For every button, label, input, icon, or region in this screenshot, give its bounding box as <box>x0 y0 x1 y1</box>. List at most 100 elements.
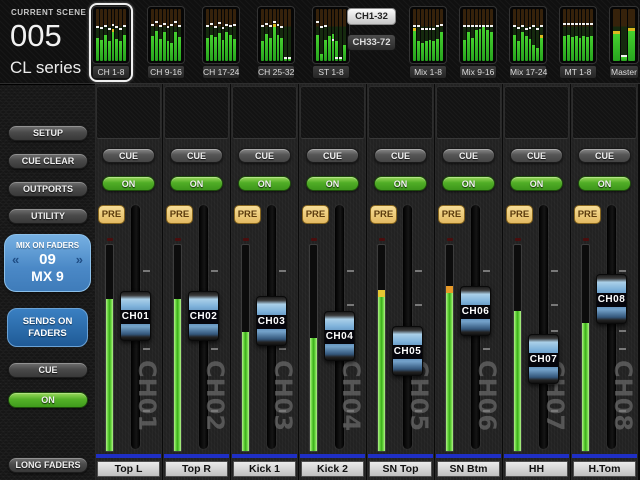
fader-scale-tick <box>279 348 286 350</box>
mini-meter-bar <box>206 9 209 61</box>
current-scene-panel[interactable]: CURRENT SCENE 005 CL series <box>0 0 88 84</box>
channel-strip: CUE ON PRE CH01 CH01 Top L <box>95 84 162 480</box>
fader-scale-tick <box>483 410 490 412</box>
eq-display[interactable] <box>164 86 229 139</box>
mini-meter-bar <box>174 9 177 61</box>
mix-number: 09 <box>39 251 56 268</box>
bank-ch33-72-button[interactable]: CH33-72 <box>347 34 396 51</box>
on-button[interactable]: ON <box>442 176 495 191</box>
fader-scale-tick <box>211 348 218 350</box>
master-on-button[interactable]: ON <box>8 392 88 408</box>
cue-button[interactable]: CUE <box>578 148 631 163</box>
top-bar: CURRENT SCENE 005 CL series CH 1-8 CH 9-… <box>0 0 640 85</box>
meter-bank-block[interactable]: Master <box>606 3 640 82</box>
mix-prev-icon[interactable]: « <box>12 252 19 267</box>
cue-button[interactable]: CUE <box>102 148 155 163</box>
on-button[interactable]: ON <box>374 176 427 191</box>
cue-button[interactable]: CUE <box>442 148 495 163</box>
mini-meter-bar <box>467 9 470 61</box>
cue-clear-button[interactable]: CUE CLEAR <box>8 153 88 169</box>
meter-bank-label: CH 25-32 <box>257 65 295 79</box>
channel-name[interactable]: SN Top <box>369 461 432 477</box>
eq-display[interactable] <box>504 86 569 139</box>
cue-button[interactable]: CUE <box>374 148 427 163</box>
meter-bank-meters <box>609 6 639 64</box>
meter-bank-meters <box>459 6 497 64</box>
pre-badge[interactable]: PRE <box>166 205 193 224</box>
clip-led <box>311 238 317 241</box>
meter-bank-block[interactable]: Mix 1-8 <box>406 3 450 82</box>
mini-meter-bar <box>582 9 585 61</box>
on-button[interactable]: ON <box>578 176 631 191</box>
mini-meter-bar <box>123 9 126 61</box>
fader-cap[interactable]: CH08 <box>596 274 627 324</box>
fader-cap[interactable]: CH02 <box>188 291 219 341</box>
meter-bank-block[interactable]: CH 17-24 <box>199 3 243 82</box>
fader-cap-label: CH04 <box>325 330 354 344</box>
mini-meter-bar <box>613 9 620 61</box>
pre-badge[interactable]: PRE <box>438 205 465 224</box>
fader-cap[interactable]: CH01 <box>120 291 151 341</box>
fader-cap[interactable]: CH06 <box>460 286 491 336</box>
utility-button[interactable]: UTILITY <box>8 208 88 224</box>
meter-bank-block[interactable]: CH 25-32 <box>254 3 298 82</box>
long-faders-button[interactable]: LONG FADERS <box>8 457 88 473</box>
cue-button[interactable]: CUE <box>510 148 563 163</box>
meter-bank-meters <box>257 6 295 64</box>
pre-badge[interactable]: PRE <box>506 205 533 224</box>
mini-meter-bar <box>579 9 582 61</box>
channel-name[interactable]: Top R <box>165 461 228 477</box>
meter-bank-label: MT 1-8 <box>559 65 597 79</box>
pre-badge[interactable]: PRE <box>98 205 125 224</box>
bank-ch1-32-button[interactable]: CH1-32 <box>347 8 396 25</box>
pre-badge[interactable]: PRE <box>302 205 329 224</box>
channel-strip: CUE ON PRE CH02 CH02 Top R <box>163 84 230 480</box>
setup-button[interactable]: SETUP <box>8 125 88 141</box>
on-button[interactable]: ON <box>306 176 359 191</box>
pre-badge[interactable]: PRE <box>574 205 601 224</box>
eq-display[interactable] <box>232 86 297 139</box>
eq-display[interactable] <box>368 86 433 139</box>
fader-cap[interactable]: CH05 <box>392 326 423 376</box>
outports-button[interactable]: OUTPORTS <box>8 181 88 197</box>
channel-name[interactable]: Top L <box>97 461 160 477</box>
level-meter-fill <box>242 332 249 451</box>
fader-cap[interactable]: CH07 <box>528 334 559 384</box>
on-button[interactable]: ON <box>102 176 155 191</box>
on-button[interactable]: ON <box>510 176 563 191</box>
cue-button[interactable]: CUE <box>238 148 291 163</box>
on-button[interactable]: ON <box>238 176 291 191</box>
eq-display[interactable] <box>96 86 161 139</box>
mini-meter-bar <box>540 9 543 61</box>
cue-button[interactable]: CUE <box>306 148 359 163</box>
fader-cap[interactable]: CH03 <box>256 296 287 346</box>
pre-badge[interactable]: PRE <box>370 205 397 224</box>
meter-bank-block[interactable]: MT 1-8 <box>556 3 600 82</box>
channel-name[interactable]: Kick 1 <box>233 461 296 477</box>
fader-scale-tick <box>619 410 626 412</box>
meter-bank-block[interactable]: Mix 9-16 <box>456 3 500 82</box>
channel-name[interactable]: SN Btm <box>437 461 500 477</box>
fader-cap[interactable]: CH04 <box>324 311 355 361</box>
mix-next-icon[interactable]: » <box>76 252 83 267</box>
channel-name[interactable]: HH <box>505 461 568 477</box>
meter-bank-block[interactable]: CH 9-16 <box>144 3 188 82</box>
cue-button[interactable]: CUE <box>170 148 223 163</box>
master-cue-button[interactable]: CUE <box>8 362 88 378</box>
eq-display[interactable] <box>436 86 501 139</box>
eq-display[interactable] <box>300 86 365 139</box>
fader-scale-tick <box>551 304 558 306</box>
fader-scale-tick <box>211 270 218 272</box>
mini-meter-bar <box>440 9 443 61</box>
channel-name[interactable]: Kick 2 <box>301 461 364 477</box>
mix-on-faders-panel[interactable]: MIX ON FADERS « 09 » MX 9 <box>4 234 91 292</box>
sends-on-faders-button[interactable]: SENDS ON FADERS <box>7 308 88 347</box>
mini-meter-bar <box>112 9 115 61</box>
eq-display[interactable] <box>572 86 637 139</box>
meter-bank-block[interactable]: Mix 17-24 <box>506 3 550 82</box>
channel-name[interactable]: H.Tom <box>573 461 636 477</box>
level-meter-peak <box>378 290 385 297</box>
pre-badge[interactable]: PRE <box>234 205 261 224</box>
meter-bank-block[interactable]: CH 1-8 <box>89 3 133 82</box>
on-button[interactable]: ON <box>170 176 223 191</box>
